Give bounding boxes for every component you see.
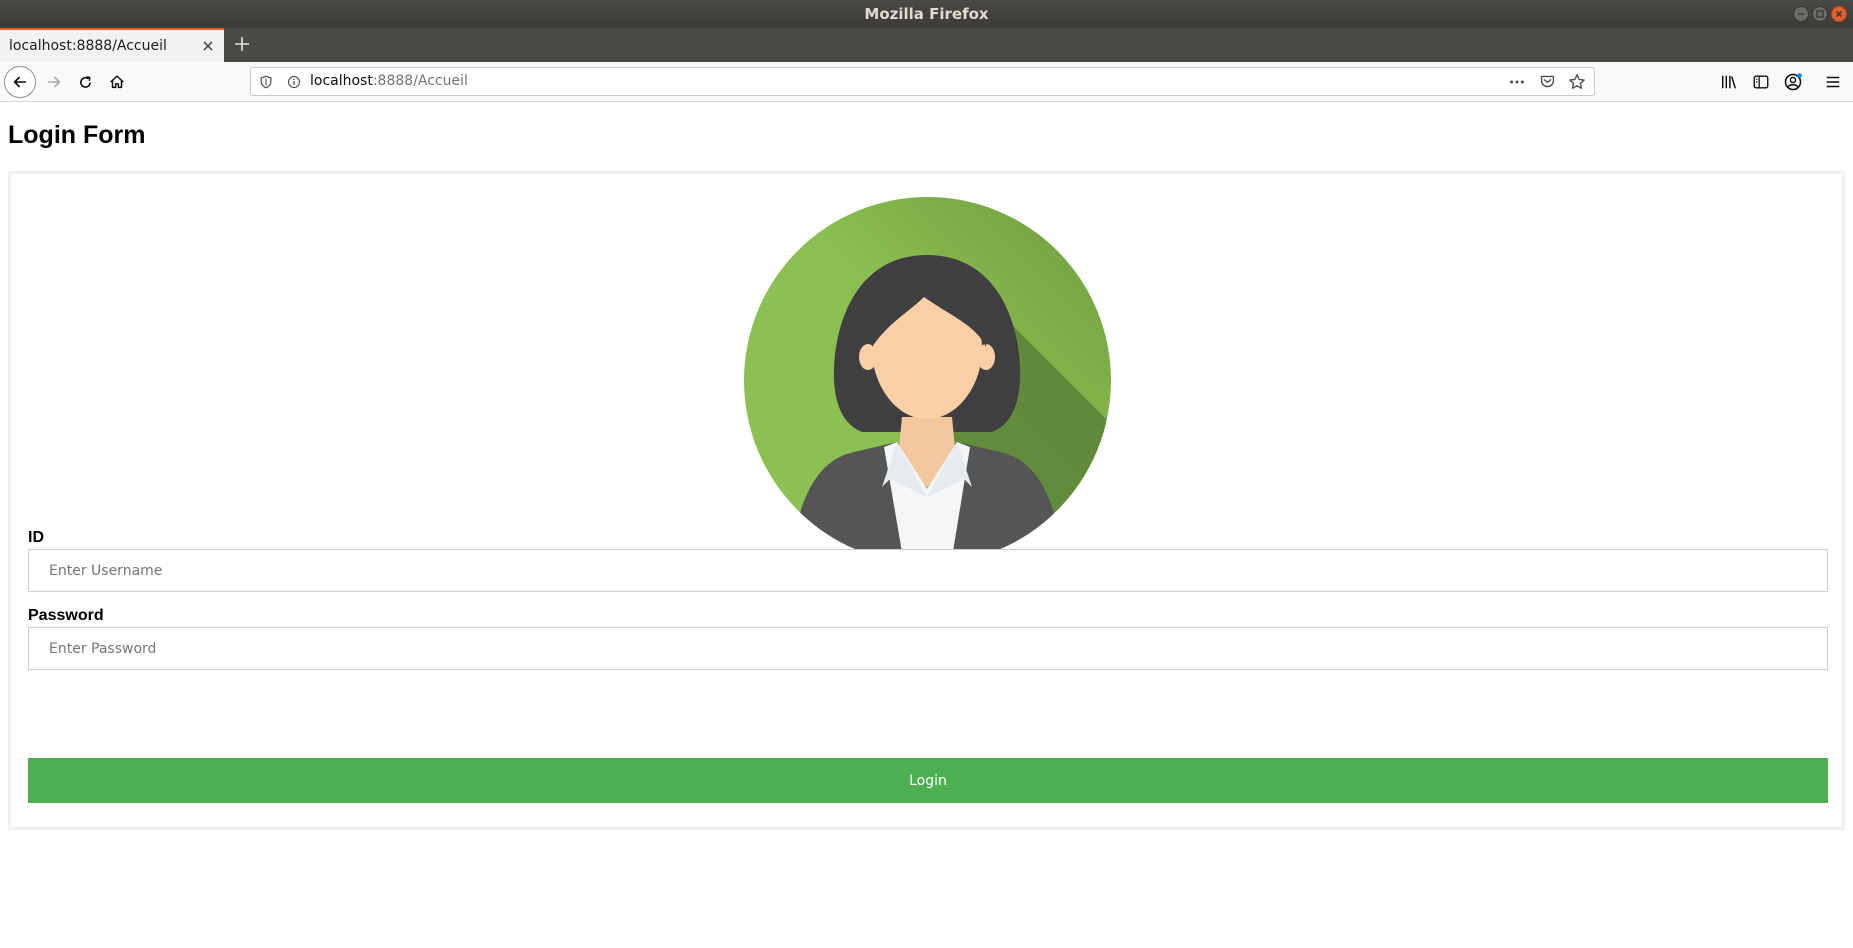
library-icon[interactable] xyxy=(1720,73,1738,91)
reload-button[interactable] xyxy=(71,68,99,96)
plus-icon[interactable] xyxy=(232,34,252,54)
tab-active[interactable]: localhost:8888/Accueil xyxy=(0,28,224,62)
close-icon[interactable] xyxy=(200,38,216,54)
tab-title: localhost:8888/Accueil xyxy=(9,38,167,54)
url-path: :8888/Accueil xyxy=(372,73,468,89)
login-form: ID Password Login xyxy=(8,171,1845,830)
password-input[interactable] xyxy=(28,627,1828,670)
info-icon[interactable] xyxy=(287,75,301,89)
password-label: Password xyxy=(28,607,104,624)
maximize-button[interactable] xyxy=(1812,6,1828,22)
more-icon[interactable] xyxy=(1508,73,1526,91)
home-icon xyxy=(110,75,124,89)
pocket-icon[interactable] xyxy=(1539,73,1556,90)
minimize-button[interactable] xyxy=(1793,6,1809,22)
login-button[interactable]: Login xyxy=(28,758,1828,803)
forward-arrow-icon xyxy=(47,76,61,88)
menu-icon[interactable] xyxy=(1824,73,1842,91)
username-input[interactable] xyxy=(28,549,1828,592)
forward-button[interactable] xyxy=(40,68,68,96)
account-icon[interactable] xyxy=(1783,72,1803,92)
avatar-icon xyxy=(744,197,1111,564)
tab-strip: localhost:8888/Accueil xyxy=(0,28,1853,62)
shield-icon[interactable] xyxy=(259,75,273,89)
url-text[interactable]: localhost:8888/Accueil xyxy=(310,73,468,89)
avatar xyxy=(744,197,1111,564)
url-host: localhost xyxy=(310,73,373,89)
home-button[interactable] xyxy=(103,68,131,96)
star-icon[interactable] xyxy=(1568,73,1586,91)
navigation-bar: localhost:8888/Accueil xyxy=(0,62,1853,102)
page-title: Login Form xyxy=(8,121,146,149)
reload-icon xyxy=(79,75,91,88)
sidebar-icon[interactable] xyxy=(1752,73,1770,91)
window-title: Mozilla Firefox xyxy=(864,5,989,23)
back-arrow-icon xyxy=(13,76,27,88)
window-titlebar: Mozilla Firefox xyxy=(0,0,1853,28)
id-label: ID xyxy=(28,529,44,546)
url-bar[interactable]: localhost:8888/Accueil xyxy=(250,67,1595,96)
close-window-button[interactable] xyxy=(1831,6,1847,22)
back-button[interactable] xyxy=(4,66,36,98)
